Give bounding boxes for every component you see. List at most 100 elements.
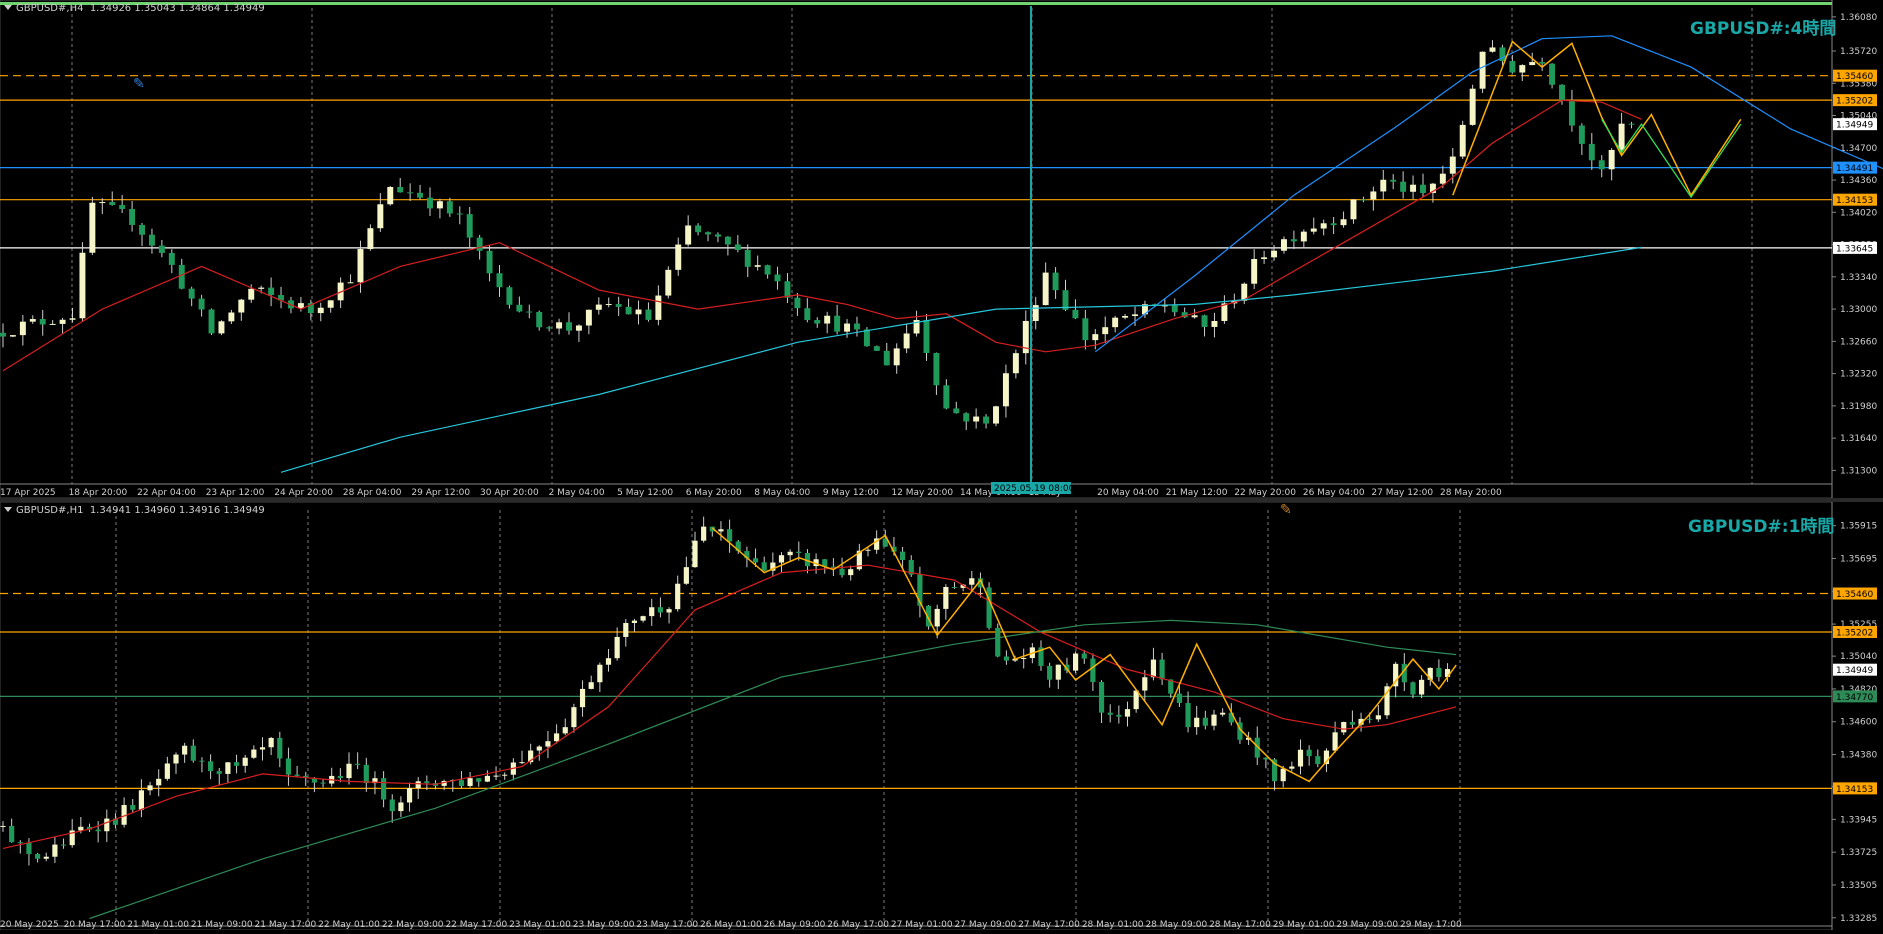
candle-body [1330,223,1337,226]
price-level-label: 1.35202 [1836,97,1873,107]
candle-body [52,844,58,857]
moving-average-red [2,564,1457,849]
candle-body [458,780,465,786]
h1-chart-svg[interactable]: 1.359151.356951.354751.352551.350401.348… [0,501,1883,931]
candle-body [546,327,553,329]
h1-chart-pane[interactable]: 1.359151.356951.354751.352551.350401.348… [0,501,1883,931]
candle-body [873,346,880,351]
time-tick-label: 27 May 17:00 [1018,920,1080,930]
candle-body [526,311,533,313]
time-tick-label: 27 May 12:00 [1371,488,1433,498]
candle-body [1090,658,1096,682]
price-tick-label: 1.36080 [1840,13,1877,23]
candle-body [787,551,793,556]
candle-body [1436,667,1442,678]
time-tick-label: 28 Apr 04:00 [343,488,402,498]
candle-body [1102,327,1109,335]
price-tick-label: 1.31640 [1840,434,1877,444]
price-tick-label: 1.33945 [1840,815,1877,825]
price-tick-label: 1.35720 [1840,47,1877,57]
candle-body [228,312,235,322]
candle-body [377,204,384,229]
candle-body [615,304,622,307]
candle-body [649,607,655,617]
candle-body [556,322,563,329]
price-level-label: 1.34770 [1836,693,1873,703]
candle-body [754,265,761,267]
candle-body [506,287,513,305]
h4-chart-svg[interactable]: 1.360801.357201.353801.350401.347001.343… [0,0,1883,499]
candle-body [1320,223,1327,229]
price-level-label: 1.34949 [1836,666,1873,676]
price-tick-label: 1.31300 [1840,466,1877,476]
time-tick-label: 5 May 12:00 [617,488,673,498]
candle-body [1489,47,1496,52]
candle-body [675,244,682,270]
candle-body [436,201,443,209]
collapse-triangle-icon[interactable] [4,5,12,10]
candle-body [1578,125,1585,144]
candle-body [1509,61,1516,73]
candle-body [1202,717,1208,726]
candle-body [1380,179,1387,192]
collapse-triangle-icon[interactable] [4,507,12,512]
candle-body [1194,717,1200,728]
candle-body [566,322,572,331]
time-tick-label: 20 May 17:00 [64,920,126,930]
candle-body [346,763,352,779]
pencil-tool-icon[interactable]: ✎ [1280,502,1292,518]
candle-body [89,202,96,253]
time-tick-label: 28 May 01:00 [1082,920,1144,930]
moving-average-blue [1094,35,1883,353]
h1-chart-title: GBPUSD#:1時間 [1688,517,1835,537]
candle-body [1332,732,1338,751]
time-tick-label: 9 May 12:00 [823,488,879,498]
candle-body [1349,722,1355,725]
price-level-label: 1.34153 [1836,196,1873,206]
candle-body [139,224,145,235]
time-tick-label: 17 Apr 2025 [0,488,56,498]
candle-body [1142,677,1148,691]
candle-body [814,320,821,324]
time-tick-label: 26 May 01:00 [700,920,762,930]
candle-body [188,288,195,299]
candle-body [683,567,689,584]
candle-body [389,799,395,812]
candle-body [446,201,453,214]
candle-body [168,252,175,265]
candle-body [1132,314,1138,316]
candle-body [259,747,266,750]
candle-body [1529,62,1536,66]
price-level-label: 1.35460 [1836,72,1873,82]
h4-chart-pane[interactable]: 1.36080 1.35720 1.35380 1.35040 1.34700 1.343… [0,0,1883,499]
candle-body [29,319,36,322]
candle-body [208,309,215,334]
active-window-border [0,2,1832,5]
candle-body [156,778,162,786]
candle-body [381,778,387,800]
crosshair-time-label: 2025.05.19 08:00 [994,484,1075,494]
candle-body [268,287,275,296]
price-tick-label: 1.33000 [1840,305,1877,315]
candle-body [657,607,663,613]
candle-body [1449,156,1456,174]
candle-body [1082,318,1089,341]
candle-body [1052,272,1059,291]
candle-body [1107,712,1113,715]
candle-body [631,620,638,623]
candle-body [398,802,404,812]
candle-body [655,295,662,320]
candle-body [764,265,771,275]
price-level-label: 1.34491 [1836,164,1873,174]
candle-body [1261,257,1268,259]
candle-body [320,782,326,784]
candle-body [0,332,6,337]
candle-body [79,252,86,319]
candle-body [1367,718,1373,720]
candle-body [1340,219,1347,226]
candle-body [1341,722,1347,733]
candle-body [1420,184,1426,194]
pencil-tool-icon[interactable]: ✎ [133,76,145,92]
candle-body [724,236,731,245]
candle-body [595,304,602,310]
